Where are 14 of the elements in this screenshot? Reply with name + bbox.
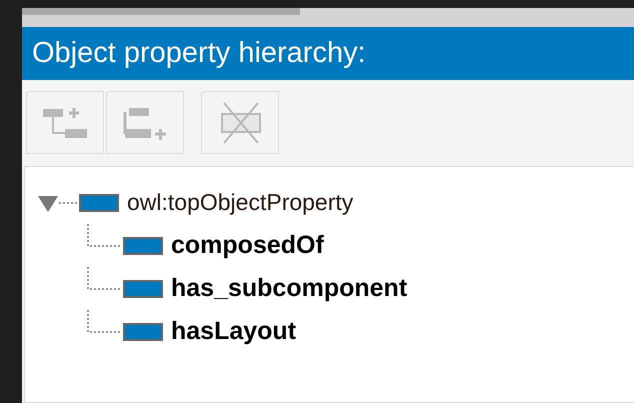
property-icon bbox=[123, 280, 163, 298]
tree-item[interactable]: has_subcomponent bbox=[171, 274, 408, 303]
tree-connector-icon bbox=[87, 310, 123, 333]
tree-item[interactable]: owl:topObjectProperty bbox=[127, 189, 354, 216]
property-icon bbox=[79, 194, 119, 212]
tab-strip[interactable] bbox=[22, 8, 300, 15]
tree-connector-icon bbox=[59, 200, 79, 204]
property-icon bbox=[123, 322, 163, 340]
tree-item[interactable]: composedOf bbox=[171, 231, 324, 260]
tree-item[interactable]: hasLayout bbox=[171, 317, 296, 346]
tree-connector-icon bbox=[87, 267, 123, 290]
property-icon bbox=[123, 236, 163, 254]
tree-connector-icon bbox=[87, 224, 123, 247]
panel-title: Object property hierarchy: bbox=[22, 27, 634, 80]
